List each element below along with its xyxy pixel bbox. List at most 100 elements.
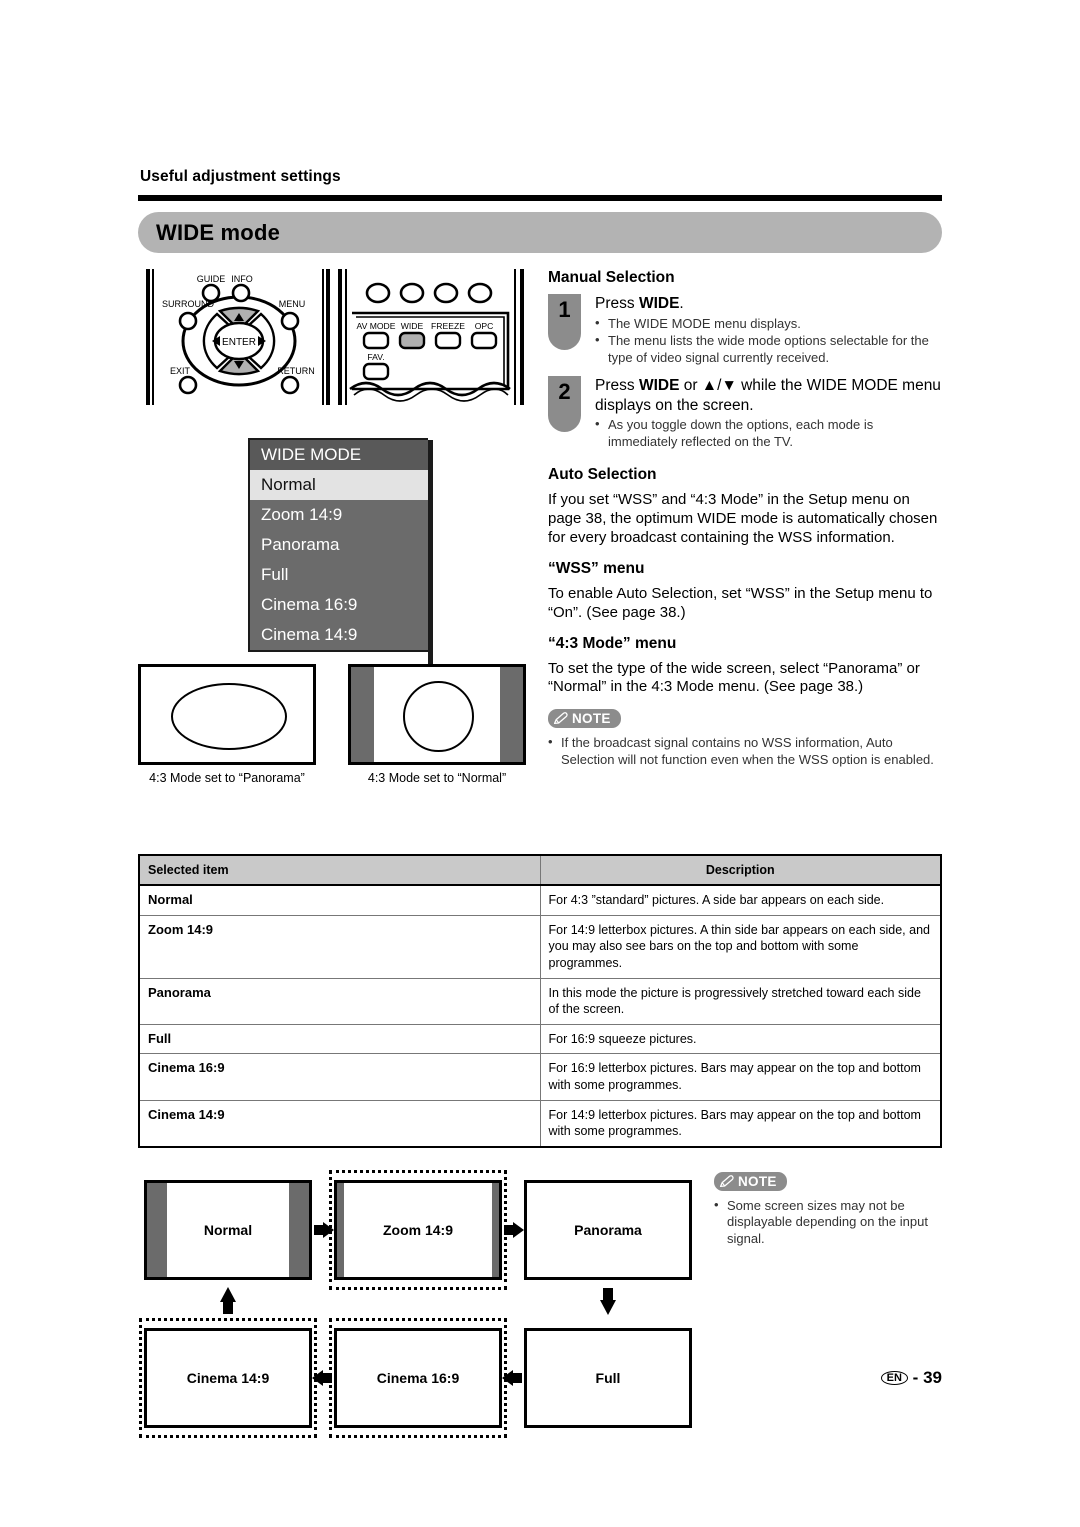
header-rule: [138, 195, 942, 201]
note-top-item-0: If the broadcast signal contains no WSS …: [548, 734, 942, 768]
page-number: 39: [923, 1368, 942, 1387]
opc-label: OPC: [475, 321, 494, 331]
remote-illustrations: ENTER GUIDE INFO SURROUND MENU EXIT RETU…: [138, 269, 534, 405]
flow-box-cinema-16-9: Cinema 16:9: [334, 1327, 502, 1428]
mode43-menu-block: “4:3 Mode” menu To set the type of the w…: [548, 635, 942, 698]
table-row: Panorama In this mode the picture is pro…: [138, 977, 942, 1025]
table-item-zoom-14-9: Zoom 14:9: [138, 914, 541, 979]
wide-label: WIDE: [401, 321, 424, 331]
table-desc-cinema-14-9: For 14:9 letterbox pictures. Bars may ap…: [539, 1099, 942, 1148]
locale-badge: EN: [880, 1371, 908, 1385]
sample-panorama-caption: 4:3 Mode set to “Panorama”: [149, 771, 305, 785]
guide-label: GUIDE: [197, 274, 226, 284]
manual-page: Useful adjustment settings WIDE mode ENT…: [138, 168, 942, 1438]
table-header-selected-item: Selected item: [138, 854, 541, 886]
table-item-normal: Normal: [138, 884, 541, 916]
circle-shape: [403, 681, 474, 752]
table-desc-zoom-14-9: For 14:9 letterbox pictures. A thin side…: [539, 914, 942, 979]
note-flow: NOTE Some screen sizes may not be displa…: [714, 1171, 942, 1248]
remote-dpad-illustration: ENTER GUIDE INFO SURROUND MENU EXIT RETU…: [146, 269, 330, 405]
sample-normal-caption: 4:3 Mode set to “Normal”: [367, 771, 507, 785]
osd-item-full[interactable]: Full: [250, 560, 428, 590]
side-bar-left: [351, 667, 374, 762]
page-title: WIDE mode: [156, 219, 281, 245]
auto-selection-heading: Auto Selection: [548, 466, 657, 484]
left-column: ENTER GUIDE INFO SURROUND MENU EXIT RETU…: [138, 269, 534, 809]
chapter-title: Useful adjustment settings: [140, 168, 341, 185]
osd-title: WIDE MODE: [250, 440, 428, 470]
wss-menu-body: To enable Auto Selection, set “WSS” in t…: [548, 584, 933, 621]
return-label: RETURN: [277, 366, 315, 376]
step-2-bullet-0: As you toggle down the options, each mod…: [595, 416, 942, 450]
flow-box-full: Full: [524, 1327, 692, 1428]
osd-item-cinema-16-9[interactable]: Cinema 16:9: [250, 590, 428, 620]
step-1-badge: 1: [548, 294, 581, 350]
right-column: Manual Selection 1 Press WIDE. The WIDE …: [548, 269, 942, 768]
note-badge: NOTE: [714, 1171, 787, 1191]
enter-label: ENTER: [222, 337, 256, 348]
osd-item-zoom-14-9[interactable]: Zoom 14:9: [250, 500, 428, 530]
table-row: Full For 16:9 squeeze pictures.: [138, 1023, 942, 1055]
note-badge-label: NOTE: [572, 711, 611, 727]
table-desc-panorama: In this mode the picture is progressivel…: [539, 977, 942, 1025]
sample-normal: 4:3 Mode set to “Normal”: [348, 664, 526, 785]
table-header-description: Description: [539, 854, 942, 886]
table-row: Cinema 14:9 For 14:9 letterbox pictures.…: [138, 1099, 942, 1148]
table-desc-normal: For 4:3 ”standard” pictures. A side bar …: [539, 884, 942, 916]
step-1-text-pre: Press: [595, 295, 639, 312]
step-1-bullet-1: The menu lists the wide mode options sel…: [595, 332, 942, 366]
table-item-cinema-14-9: Cinema 14:9: [138, 1099, 541, 1148]
step-1-bullet-0: The WIDE MODE menu displays.: [595, 315, 942, 333]
info-label: INFO: [231, 274, 253, 284]
table-row: Normal For 4:3 ”standard” pictures. A si…: [138, 884, 942, 916]
wide-mode-flow-diagram: Normal Zoom 14:9 Panorama Cinema 14:9 Ci…: [138, 1169, 942, 1445]
arrow-up-cinema-14-9-to-normal: [220, 1286, 236, 1314]
mode43-menu-heading: “4:3 Mode” menu: [548, 634, 677, 652]
table-item-panorama: Panorama: [138, 977, 541, 1025]
freeze-label: FREEZE: [431, 321, 465, 331]
wss-menu-block: “WSS” menu To enable Auto Selection, set…: [548, 560, 942, 623]
fav-label: FAV.: [367, 352, 384, 362]
menu-label: MENU: [279, 299, 306, 309]
manual-selection-heading: Manual Selection: [548, 269, 675, 286]
mode43-menu-body: To set the type of the wide screen, sele…: [548, 659, 920, 696]
table-desc-full: For 16:9 squeeze pictures.: [539, 1023, 942, 1055]
sample-normal-screen: [348, 664, 526, 765]
flow-label-zoom-14-9: Zoom 14:9: [382, 1221, 453, 1238]
wss-menu-heading: “WSS” menu: [548, 559, 645, 577]
pencil-icon: [553, 712, 568, 725]
osd-panel: WIDE MODE Normal Zoom 14:9 Panorama Full…: [248, 438, 433, 668]
flow-box-normal: Normal: [144, 1179, 312, 1280]
flow-label-full: Full: [595, 1369, 621, 1386]
osd-shadow: [428, 440, 433, 668]
step-1-text-bold: WIDE: [638, 295, 680, 312]
step-1-text-post: .: [679, 295, 684, 312]
auto-selection-body: If you set “WSS” and “4:3 Mode” in the S…: [548, 491, 938, 546]
av-mode-label: AV MODE: [357, 321, 396, 331]
flow-label-cinema-14-9: Cinema 14:9: [186, 1369, 270, 1386]
osd-item-normal[interactable]: Normal: [250, 470, 428, 500]
exit-label: EXIT: [170, 366, 191, 376]
table-header-row: Selected item Description: [138, 854, 942, 886]
note-flow-item-0: Some screen sizes may not be displayable…: [714, 1197, 942, 1248]
flow-label-cinema-16-9: Cinema 16:9: [376, 1369, 460, 1386]
ellipse-shape: [171, 683, 287, 750]
pencil-icon: [719, 1175, 734, 1187]
arrow-down-panorama-to-full: [600, 1287, 616, 1315]
osd-item-cinema-14-9[interactable]: Cinema 14:9: [250, 620, 428, 650]
sample-panorama-screen: [138, 664, 316, 765]
osd-item-panorama[interactable]: Panorama: [250, 530, 428, 560]
table-head: Selected item Description: [138, 854, 942, 886]
surround-label: SURROUND: [162, 299, 215, 309]
step-2-bullets: As you toggle down the options, each mod…: [595, 416, 942, 450]
step-1-bullets: The WIDE MODE menu displays. The menu li…: [595, 315, 942, 367]
wide-button-highlight: [398, 331, 426, 350]
table-row: Zoom 14:9 For 14:9 letterbox pictures. A…: [138, 914, 942, 979]
step-2-badge: 2: [548, 376, 581, 433]
step-2-text: Press WIDE or ▲/▼ while the WIDE MODE me…: [595, 376, 942, 415]
table-body: Normal For 4:3 ”standard” pictures. A si…: [138, 884, 942, 1148]
footer-separator: -: [912, 1368, 919, 1387]
flow-box-cinema-14-9: Cinema 14:9: [144, 1327, 312, 1428]
note-top-list: If the broadcast signal contains no WSS …: [548, 734, 942, 768]
wide-mode-table: Selected item Description Normal For 4:3…: [138, 854, 942, 1148]
